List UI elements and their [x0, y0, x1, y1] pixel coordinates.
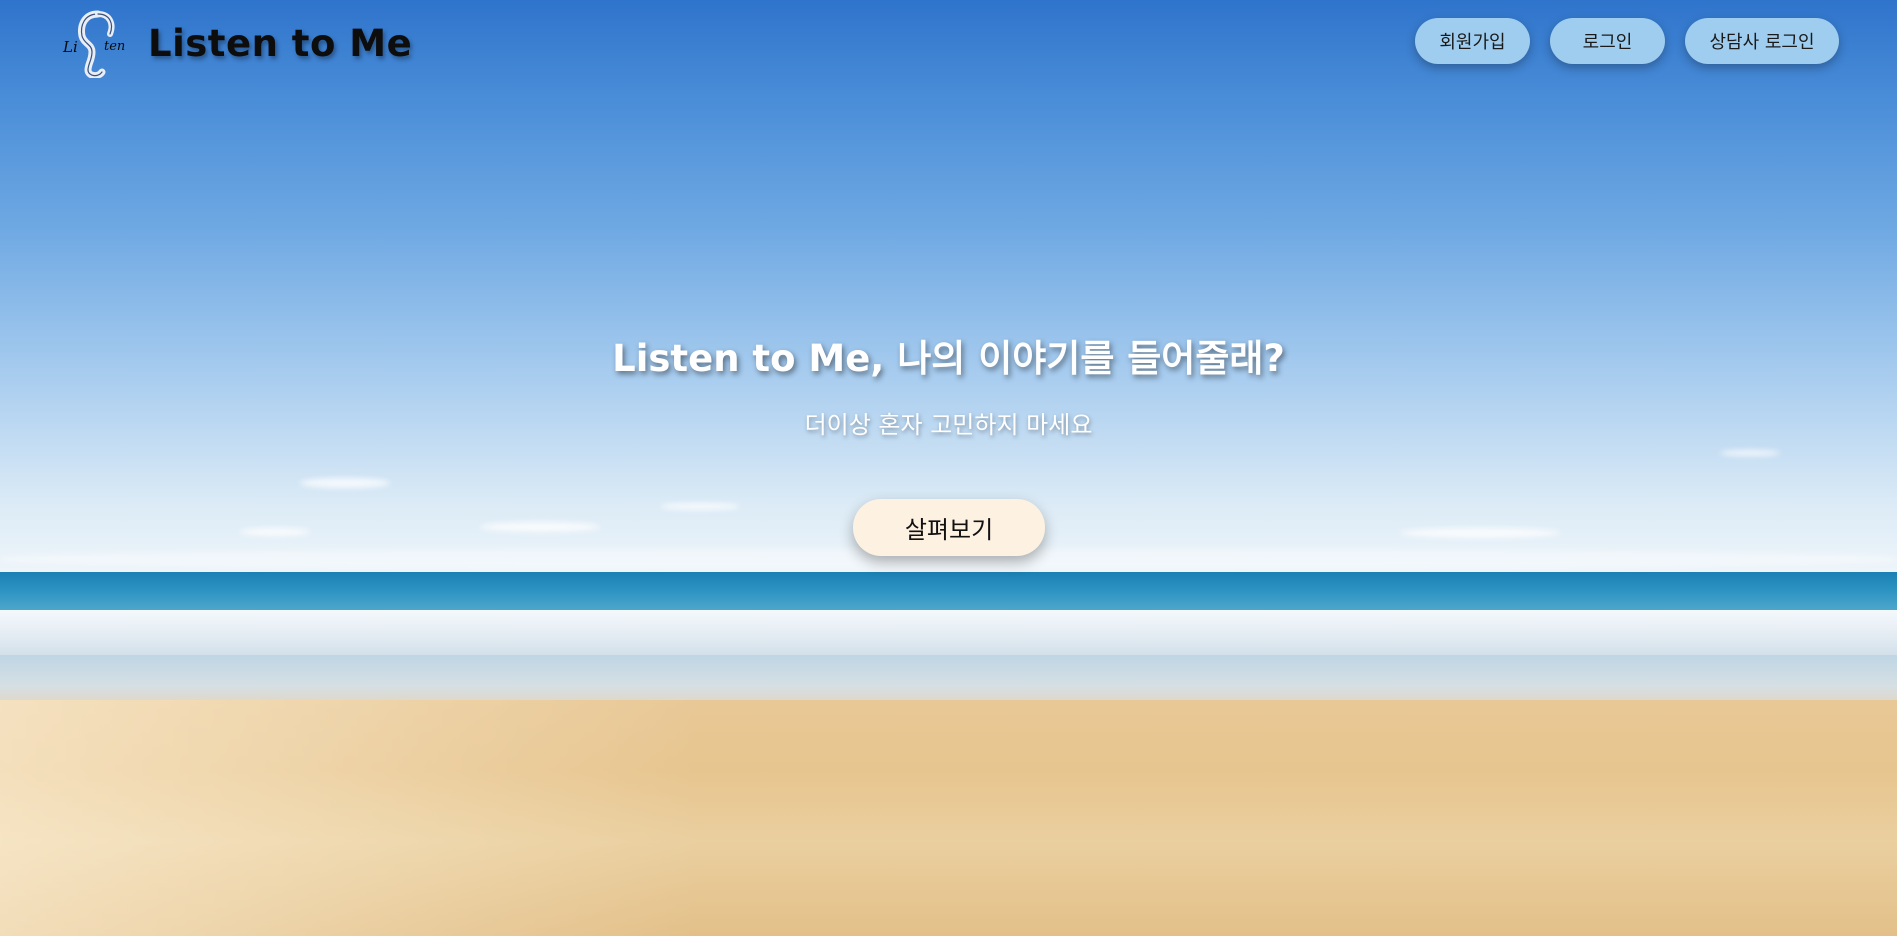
login-button[interactable]: 로그인	[1550, 18, 1665, 64]
counselor-login-button[interactable]: 상담사 로그인	[1685, 18, 1839, 64]
hero-subline: 더이상 혼자 고민하지 마세요	[804, 411, 1093, 439]
svg-text:Li: Li	[62, 38, 78, 56]
top-nav: 회원가입 로그인 상담사 로그인	[1415, 18, 1839, 64]
sky-background	[0, 0, 1897, 574]
cloud	[300, 478, 390, 488]
cloud	[1400, 528, 1560, 538]
cloud	[480, 522, 600, 532]
hero-headline: Listen to Me, 나의 이야기를 들어줄래?	[612, 337, 1285, 380]
sand-highlight	[0, 700, 700, 936]
brand-title[interactable]: Listen to Me	[148, 22, 412, 65]
explore-button[interactable]: 살펴보기	[853, 499, 1045, 556]
brand[interactable]: Li ten Listen to Me	[62, 8, 412, 80]
cloud	[240, 528, 310, 536]
ear-logo-icon[interactable]: Li ten	[62, 8, 128, 80]
cloud	[660, 503, 740, 510]
surf-band	[0, 610, 1897, 660]
hero-section: Li ten Listen to Me 회원가입 로그인 상담사 로그인 Lis…	[0, 0, 1897, 936]
signup-button[interactable]: 회원가입	[1415, 18, 1530, 64]
cloud	[1720, 450, 1780, 456]
svg-text:ten: ten	[104, 39, 125, 54]
